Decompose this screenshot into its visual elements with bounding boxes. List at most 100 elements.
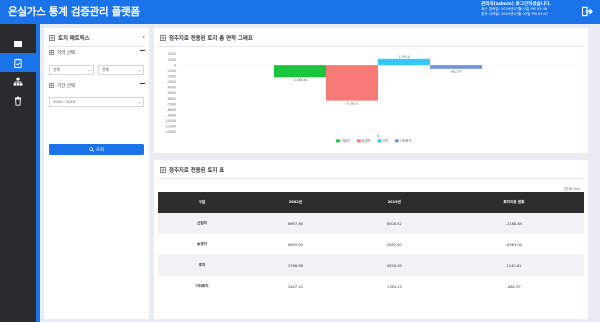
table-cell: 6508.52 <box>344 213 444 234</box>
clipboard-check-icon <box>14 58 22 68</box>
table-cell: 3786.98 <box>245 255 345 276</box>
sidebar-accent <box>36 24 40 322</box>
chart-panel: 정주지로 전용된 토지 총 면적 그래프 2000 1000 0 -1000 -2000… <box>154 28 588 153</box>
table-cell: 초지 <box>158 255 246 276</box>
table-cell: 3282.00 <box>344 234 444 255</box>
bar-1 <box>274 65 326 78</box>
legend-label: 농경지 <box>362 138 371 143</box>
filter-title: 토지 매트릭스 <box>58 36 90 42</box>
y-tick-label: -3000 <box>167 80 176 84</box>
legend-swatch <box>394 139 399 143</box>
chevron-down-icon: ⌄ <box>87 67 91 72</box>
sidebar-item-trash[interactable] <box>0 91 36 110</box>
column-header: 2019년 <box>344 192 444 213</box>
search-button[interactable]: 조회 <box>49 144 144 155</box>
book-icon <box>14 40 22 47</box>
legend-swatch <box>377 139 382 143</box>
y-tick-label: -1000 <box>167 69 176 73</box>
legend-label: 산림지 <box>341 138 350 143</box>
bar-data-label: 1,140.6 <box>398 55 410 59</box>
user-info: 관리자(admin) 로그인하셨습니다. 최근 접속일: 2024년07월02일… <box>481 2 551 18</box>
table-row: 농경지 9645.00 3282.00 -6363.00 <box>158 234 584 255</box>
filter-header: 토지 매트릭스 ‹ <box>49 32 145 44</box>
sidebar-item-organization[interactable] <box>0 72 36 91</box>
region-section-header[interactable]: 지역 선택 <box>49 48 145 57</box>
region-select-2[interactable]: 전체 ⌄ <box>98 65 144 75</box>
sidebar-item-verification[interactable] <box>0 53 36 72</box>
y-tick-label: -8000 <box>167 108 176 112</box>
table-cell: 농경지 <box>158 234 246 255</box>
table-header-row: 구분 2002년 2019년 토지이용 변화 <box>158 192 584 213</box>
column-header: 구분 <box>158 192 246 213</box>
app-title: 온실가스 통계 검증관리 플랫폼 <box>8 6 140 18</box>
legend-swatch <box>356 139 361 143</box>
table-cell: 9645.00 <box>245 234 345 255</box>
sidebar-item-book[interactable] <box>0 34 36 53</box>
bar-2 <box>326 65 378 101</box>
table-panel: 정주지로 전용된 토지 표 (단위: ha) 구분 2002년 2019년 토지… <box>154 160 588 319</box>
region-select-2-value: 전체 <box>102 67 109 72</box>
bar-4 <box>430 65 482 69</box>
filter-panel: 토지 매트릭스 ‹ 지역 선택 선택 ⌄ 전체 ⌄ 기간 선택 2002~201… <box>44 28 149 319</box>
chevron-down-icon: ⌄ <box>137 99 141 104</box>
y-tick-label: -11000 <box>165 125 176 129</box>
table-cell: 1784.13 <box>344 276 444 297</box>
trash-icon <box>15 96 21 106</box>
y-tick-label: -4000 <box>167 86 176 90</box>
table-cell: 2447.10 <box>245 276 345 297</box>
org-chart-icon <box>13 77 23 86</box>
sidebar <box>0 24 36 322</box>
table-cell: 8697.36 <box>245 213 345 234</box>
table-panel-header: 정주지로 전용된 토지 표 <box>160 166 224 174</box>
table-row: 기타토지 2447.10 1784.13 -662.97 <box>158 276 584 297</box>
bar-chart: 200010000-1000-2000-3000-4000-5000-6000-… <box>165 52 582 143</box>
bar-data-label: -2,188.84 <box>293 78 308 82</box>
table-row: 초지 3786.98 4926.39 1140.61 <box>158 255 584 276</box>
table-title: 정주지로 전용된 토지 표 <box>169 168 225 174</box>
legend-label: 초지 <box>383 138 389 143</box>
search-button-label: 조회 <box>95 147 105 153</box>
table-cell: 4926.39 <box>344 255 444 276</box>
table-cell: 산림지 <box>158 213 246 234</box>
logout-icon[interactable] <box>582 6 593 17</box>
search-icon <box>89 147 94 152</box>
period-label: 기간 선택 <box>57 83 75 89</box>
collapse-minus-icon[interactable] <box>140 50 145 51</box>
y-tick-label: -6000 <box>167 97 176 101</box>
y-tick-label: -12000 <box>165 130 176 134</box>
grid-icon <box>160 167 166 173</box>
y-tick-label: -5000 <box>167 91 176 95</box>
bar-data-label: -6,363.0 <box>346 101 359 105</box>
chevron-down-icon: ⌄ <box>137 67 141 72</box>
table-cell: 기타토지 <box>158 276 246 297</box>
current-access-time: 접속 시작일: 2024년07월 02일 PM 03:47 <box>481 12 549 17</box>
grid-icon <box>49 50 54 55</box>
grid-icon <box>49 83 54 88</box>
y-tick-label: -7000 <box>167 102 176 106</box>
legend-swatch <box>336 139 340 143</box>
table-row: 산림지 8697.36 6508.52 -2188.84 <box>158 213 584 234</box>
period-select[interactable]: 2002~2019 ⌄ <box>49 97 144 107</box>
y-tick-label: -9000 <box>167 113 176 117</box>
y-tick-label: -2000 <box>167 74 176 78</box>
land-table: 구분 2002년 2019년 토지이용 변화 산림지 8697.36 6508.… <box>158 192 584 297</box>
x-tick-label: S <box>377 134 379 138</box>
period-section-header[interactable]: 기간 선택 <box>49 81 145 90</box>
column-header: 2002년 <box>245 192 345 213</box>
divider <box>158 178 584 179</box>
table-cell: -6363.00 <box>443 234 584 255</box>
top-bar: 온실가스 통계 검증관리 플랫폼 관리자(admin) 로그인하셨습니다. 최근… <box>0 0 600 24</box>
period-select-value: 2002~2019 <box>53 99 76 104</box>
legend-label: 기타토지 <box>400 138 412 143</box>
region-select-1-value: 선택 <box>53 67 60 72</box>
region-select-1[interactable]: 선택 ⌄ <box>49 65 94 75</box>
column-header: 토지이용 변화 <box>443 192 584 213</box>
y-tick-label: 0 <box>174 63 176 67</box>
grid-icon <box>49 35 55 41</box>
region-label: 지역 선택 <box>57 50 75 56</box>
bar-data-label: -662.97 <box>450 70 462 74</box>
divider <box>48 46 145 47</box>
collapse-minus-icon[interactable] <box>140 83 145 84</box>
collapse-chevron-icon[interactable]: ‹ <box>143 34 145 41</box>
y-tick-label: -10000 <box>165 119 176 123</box>
